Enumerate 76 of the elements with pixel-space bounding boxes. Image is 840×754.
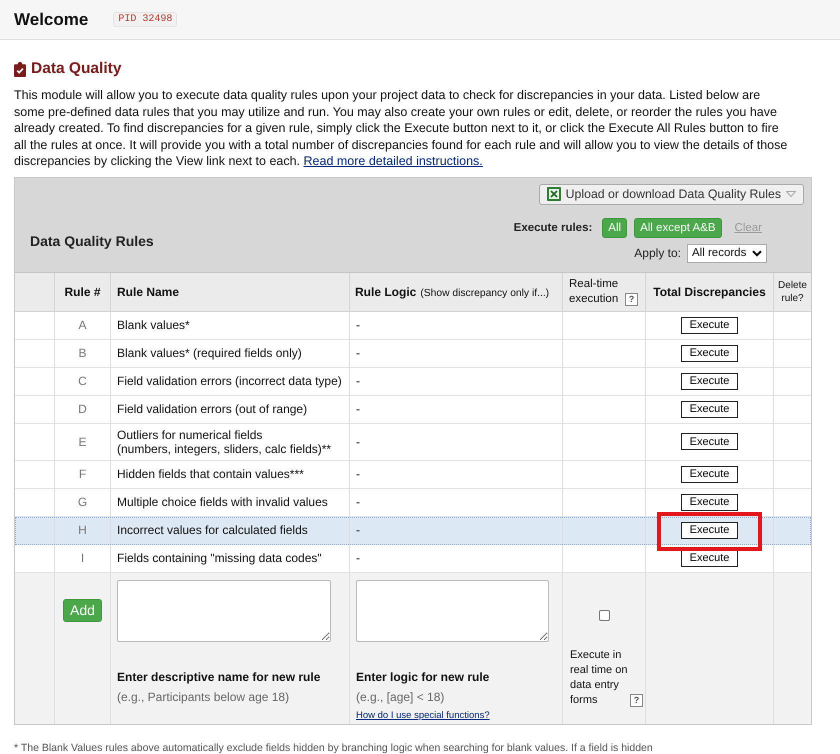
apply-to-label: Apply to: bbox=[634, 246, 681, 260]
rule-logic-cell: - bbox=[350, 368, 563, 394]
rule-logic-cell: - bbox=[350, 396, 563, 422]
rule-name-field[interactable] bbox=[117, 580, 331, 642]
instructions-link[interactable]: Read more detailed instructions. bbox=[304, 154, 483, 168]
field-hint: (e.g., [age] < 18) bbox=[356, 690, 444, 704]
column-header: Total Discrepancies bbox=[653, 284, 766, 298]
rule-name-cell: Field validation errors (incorrect data type) bbox=[111, 368, 350, 394]
footnote-text: * The Blank Values rules above automatically exclude fields hidden by branching logic when searching for blank values. If a field is hidden bbox=[14, 742, 654, 754]
project-id-badge: PID 32498 bbox=[113, 12, 178, 27]
upload-download-button[interactable]: Upload or download Data Quality Rules bbox=[538, 184, 804, 204]
column-header: Rule Logic (Show discrepancy only if...) bbox=[355, 284, 550, 298]
special-functions-link[interactable]: How do I use special functions? bbox=[356, 710, 490, 720]
help-button[interactable]: ? bbox=[625, 292, 638, 306]
chevron-down-icon bbox=[752, 250, 762, 256]
rule-letter-cell: A bbox=[55, 312, 111, 338]
field-label: Enter descriptive name for new rule bbox=[117, 670, 320, 684]
rule-letter-cell: C bbox=[55, 368, 111, 394]
rule-logic-cell: - bbox=[350, 544, 563, 572]
intro-paragraph: This module will allow you to execute data quality rules upon your project data to check for discrepancies in your data. Listed below are some pre-defined data rules that you may utilize and run. You may also create your own rules or edit, delete, or reorder the rules you have already created. To find discrepancies for a given rule, simply click the Execute button next to it, or click the Execute All Rules button to fire all the rules at once. It will provide you with a total number of discrepancies found for each rule and will allow you to view the details of those discrepancies by clicking the View link next to each. Read more detailed instructions. bbox=[14, 87, 788, 170]
rule-letter-cell: B bbox=[55, 340, 111, 366]
execute-button[interactable]: Execute bbox=[680, 400, 738, 418]
rule-name-cell: Blank values* (required fields only) bbox=[111, 340, 350, 366]
rule-letter-cell: D bbox=[55, 396, 111, 422]
realtime-checkbox[interactable] bbox=[599, 610, 610, 620]
rule-letter-cell: G bbox=[55, 488, 111, 516]
rule-letter-cell: I bbox=[55, 544, 111, 572]
rule-name-cell: Hidden fields that contain values*** bbox=[111, 460, 350, 488]
rule-logic-cell: - bbox=[350, 516, 563, 544]
execute-button[interactable]: Execute bbox=[680, 494, 738, 510]
rule-row[interactable]: H Incorrect values for calculated fields - Execute bbox=[15, 516, 811, 544]
rule-row[interactable]: C Field validation errors (incorrect data type) - Execute bbox=[15, 368, 811, 396]
rule-name-cell: Outliers for numerical fields (numbers, integers, sliders, calc fields)** bbox=[111, 424, 350, 460]
rule-logic-cell: - bbox=[350, 424, 563, 460]
rule-logic-cell: - bbox=[350, 460, 563, 488]
page-title: Welcome bbox=[14, 10, 88, 30]
rule-name-cell: Fields containing "missing data codes" bbox=[111, 544, 350, 572]
field-hint: (e.g., Participants below age 18) bbox=[117, 690, 290, 704]
rule-logic-field[interactable] bbox=[356, 580, 549, 642]
rule-row[interactable]: F Hidden fields that contain values*** - Execute bbox=[15, 460, 811, 488]
execute-button[interactable]: Execute bbox=[680, 522, 738, 538]
field-label: Enter logic for new rule bbox=[356, 670, 490, 684]
execute-button[interactable]: Execute bbox=[680, 344, 738, 362]
rule-row[interactable]: B Blank values* (required fields only) - Execute bbox=[15, 340, 811, 368]
spreadsheet-icon bbox=[546, 187, 561, 201]
execute-button[interactable]: Execute bbox=[680, 433, 738, 450]
rule-letter-cell: F bbox=[55, 460, 111, 488]
section-title: Data Quality bbox=[31, 60, 122, 78]
rule-name-cell: Field validation errors (out of range) bbox=[111, 396, 350, 422]
column-header: Delete rule? bbox=[777, 278, 808, 304]
rule-row[interactable]: G Multiple choice fields with invalid values - Execute bbox=[15, 488, 811, 516]
panel-title: Data Quality Rules bbox=[30, 232, 154, 248]
rule-logic-cell: - bbox=[350, 488, 563, 516]
rule-name-cell: Blank values* bbox=[111, 312, 350, 338]
realtime-label: Execute in real time on data entry forms bbox=[570, 648, 628, 708]
records-select[interactable]: All records bbox=[687, 244, 767, 262]
rule-letter-cell: H bbox=[55, 516, 111, 544]
rule-name-cell: Incorrect values for calculated fields bbox=[111, 516, 350, 544]
column-header: Rule # bbox=[64, 284, 100, 298]
rule-logic-cell: - bbox=[350, 340, 563, 366]
rule-row[interactable]: D Field validation errors (out of range) - Execute bbox=[15, 396, 811, 424]
column-header: Rule Name bbox=[117, 284, 180, 298]
rule-row[interactable]: I Fields containing "missing data codes" - Execute bbox=[15, 544, 811, 572]
help-button[interactable]: ? bbox=[630, 694, 643, 706]
execute-button[interactable]: Execute bbox=[680, 372, 738, 390]
rule-logic-cell: - bbox=[350, 312, 563, 338]
execute-button[interactable]: Execute bbox=[680, 316, 738, 334]
execute-rules-label: Execute rules: bbox=[514, 222, 592, 234]
rule-row[interactable]: A Blank values* - Execute bbox=[15, 312, 811, 340]
rule-row[interactable]: E Outliers for numerical fields (numbers, integers, sliders, calc fields)** - Execute bbox=[15, 424, 811, 460]
rule-name-cell: Multiple choice fields with invalid values bbox=[111, 488, 350, 516]
rule-letter-cell: E bbox=[55, 424, 111, 460]
column-header: Real-time execution bbox=[569, 276, 620, 306]
clipboard-check-icon bbox=[14, 62, 26, 76]
caret-icon bbox=[786, 191, 796, 197]
execute-button[interactable]: Execute bbox=[680, 466, 738, 482]
